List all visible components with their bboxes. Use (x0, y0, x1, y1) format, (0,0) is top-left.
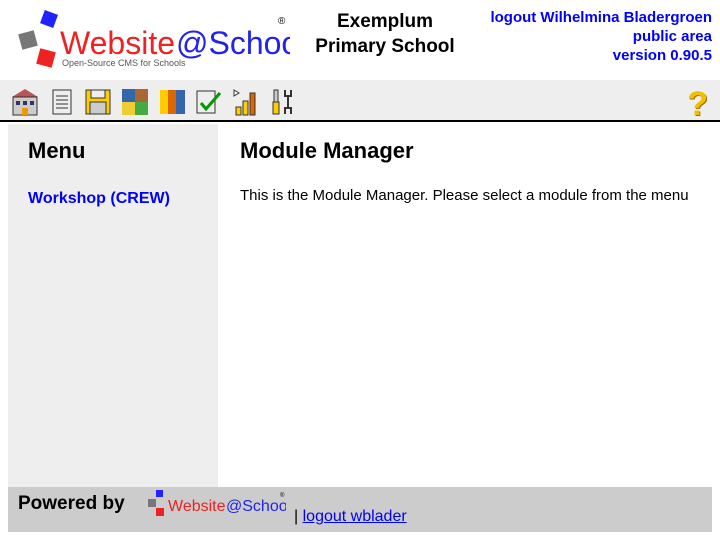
header: Website @School Open-Source CMS for Scho… (0, 0, 720, 80)
toolbar: ? (0, 80, 720, 124)
help-icon[interactable]: ? (687, 85, 708, 124)
logout-link[interactable]: logout Wilhelmina Bladergroen (490, 9, 712, 26)
page-title: Module Manager (240, 138, 414, 163)
configuration-icon[interactable] (193, 87, 223, 117)
intro-text: This is the Module Manager. Please selec… (240, 187, 689, 204)
footer: Powered by Website @School ® | logout wb… (8, 487, 712, 532)
page-icon[interactable] (47, 87, 77, 117)
svg-text:Website: Website (60, 25, 175, 61)
site-title: Exemplum Primary School (300, 9, 470, 59)
backup-icon[interactable] (83, 87, 113, 117)
svg-text:Open-Source CMS for Schools: Open-Source CMS for Schools (62, 58, 186, 68)
version-text: version 0.90.5 (612, 47, 712, 64)
website-at-school-logo: Website @School Open-Source CMS for Scho… (18, 10, 290, 68)
area-icon[interactable] (10, 87, 40, 117)
footer-logout-link[interactable]: logout wblader (303, 508, 407, 525)
svg-text:@School: @School (226, 498, 286, 515)
public-area-link[interactable]: public area (633, 28, 712, 45)
sidebar-menu: Menu Workshop (CREW) (8, 124, 218, 487)
tools-icon[interactable] (268, 87, 298, 117)
users-icon[interactable] (157, 87, 187, 117)
svg-text:®: ® (278, 16, 286, 27)
statistics-icon[interactable] (230, 87, 260, 117)
svg-text:@School: @School (176, 25, 290, 61)
svg-text:Website: Website (168, 498, 226, 515)
site-title-line1: Exemplum (336, 11, 434, 32)
modules-icon[interactable] (120, 87, 150, 117)
powered-by-label: Powered by (18, 493, 125, 514)
site-title-line2: Primary School (315, 36, 455, 57)
svg-text:®: ® (280, 492, 285, 499)
footer-logo[interactable]: Website @School ® (146, 489, 286, 521)
menu-title: Menu (28, 138, 86, 163)
menu-item-workshop[interactable]: Workshop (CREW) (28, 190, 170, 208)
footer-separator: | (294, 508, 299, 525)
